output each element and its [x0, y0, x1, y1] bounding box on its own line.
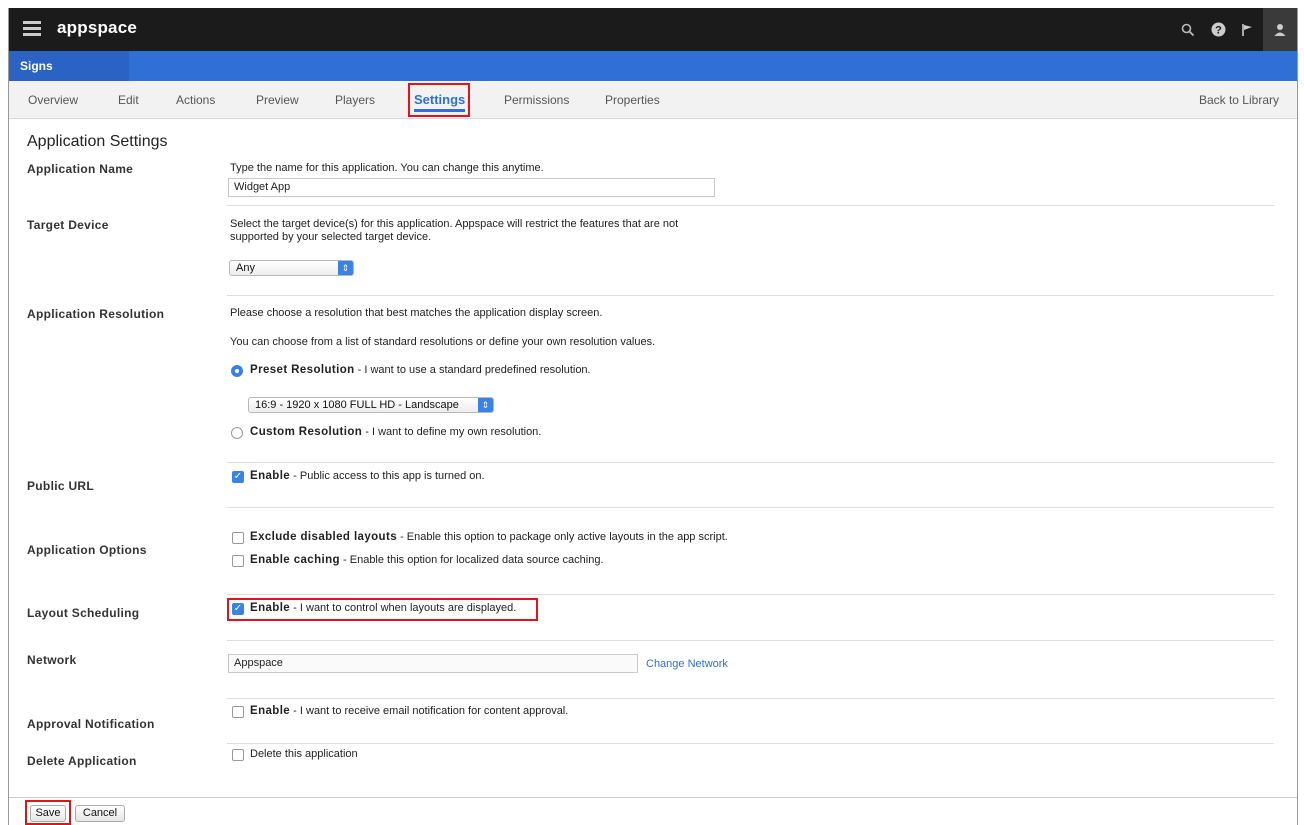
- public-url-desc: - Public access to this app is turned on…: [290, 470, 485, 482]
- section-bar: Signs: [9, 51, 1297, 81]
- network-input[interactable]: Appspace: [228, 654, 638, 673]
- custom-resolution-title: Custom Resolution: [250, 426, 363, 438]
- custom-resolution-radio[interactable]: [231, 427, 243, 439]
- top-icons: ?: [1173, 8, 1297, 51]
- preset-resolution-title: Preset Resolution: [250, 364, 355, 376]
- delete-app-option: Delete this application: [250, 748, 358, 760]
- menu-icon[interactable]: [23, 21, 41, 37]
- resolution-help-1: Please choose a resolution that best mat…: [230, 307, 603, 319]
- sub-navigation: Overview Edit Actions Preview Players Se…: [9, 81, 1297, 119]
- enable-caching-option: Enable caching - Enable this option for …: [250, 554, 604, 566]
- enable-caching-title: Enable caching: [250, 554, 340, 566]
- app-name-help: Type the name for this application. You …: [230, 162, 544, 174]
- public-url-title: Enable: [250, 470, 291, 482]
- exclude-disabled-layouts-option: Exclude disabled layouts - Enable this o…: [250, 531, 728, 543]
- preset-resolution-desc: - I want to use a standard predefined re…: [354, 364, 591, 376]
- enable-caching-desc: - Enable this option for localized data …: [339, 554, 604, 566]
- custom-resolution-label: Custom Resolution - I want to define my …: [250, 426, 541, 438]
- tab-overview[interactable]: Overview: [28, 81, 78, 118]
- preset-resolution-label: Preset Resolution - I want to use a stan…: [250, 364, 591, 376]
- save-button-highlight: [25, 800, 71, 825]
- target-device-help-1: Select the target device(s) for this app…: [230, 218, 679, 230]
- target-device-label: Target Device: [27, 218, 109, 232]
- divider: [227, 205, 1274, 206]
- public-url-option: Enable - Public access to this app is tu…: [250, 470, 485, 482]
- approval-notification-title: Enable: [250, 705, 291, 717]
- tab-actions[interactable]: Actions: [176, 81, 215, 118]
- preset-resolution-value: 16:9 - 1920 x 1080 FULL HD - Landscape: [255, 399, 459, 411]
- user-icon[interactable]: [1263, 8, 1297, 51]
- help-icon[interactable]: ?: [1203, 8, 1233, 51]
- delete-app-label: Delete Application: [27, 754, 137, 768]
- approval-notification-label: Approval Notification: [27, 717, 155, 731]
- divider: [227, 698, 1274, 699]
- tab-properties[interactable]: Properties: [605, 81, 660, 118]
- preset-resolution-select[interactable]: 16:9 - 1920 x 1080 FULL HD - Landscape ⇕: [248, 397, 494, 413]
- svg-text:?: ?: [1215, 25, 1222, 37]
- settings-tab-highlight: [408, 83, 470, 117]
- flag-icon[interactable]: [1233, 8, 1263, 51]
- search-icon[interactable]: [1173, 8, 1203, 51]
- exclude-disabled-layouts-title: Exclude disabled layouts: [250, 531, 398, 543]
- divider: [227, 743, 1274, 744]
- tab-players[interactable]: Players: [335, 81, 375, 118]
- layout-scheduling-label: Layout Scheduling: [27, 606, 140, 620]
- app-logo[interactable]: appspace: [57, 18, 137, 38]
- tab-permissions[interactable]: Permissions: [504, 81, 569, 118]
- chevron-updown-icon: ⇕: [338, 261, 353, 275]
- change-network-link[interactable]: Change Network: [646, 658, 728, 670]
- network-label: Network: [27, 653, 77, 667]
- layout-scheduling-highlight: [227, 598, 538, 621]
- chevron-updown-icon: ⇕: [478, 398, 493, 412]
- approval-notification-checkbox[interactable]: [232, 706, 244, 718]
- resolution-help-2: You can choose from a list of standard r…: [230, 336, 656, 348]
- tab-edit[interactable]: Edit: [118, 81, 139, 118]
- divider: [227, 295, 1274, 296]
- preset-resolution-radio[interactable]: [231, 365, 243, 377]
- app-options-label: Application Options: [27, 543, 147, 557]
- page-title: Application Settings: [27, 133, 168, 150]
- public-url-checkbox[interactable]: ✓: [232, 471, 244, 483]
- resolution-label: Application Resolution: [27, 307, 165, 321]
- exclude-disabled-layouts-checkbox[interactable]: [232, 532, 244, 544]
- target-device-help-2: supported by your selected target device…: [230, 231, 432, 243]
- app-name-label: Application Name: [27, 162, 134, 176]
- exclude-disabled-layouts-desc: - Enable this option to package only act…: [397, 531, 728, 543]
- top-bar: appspace ?: [9, 8, 1297, 51]
- app-frame: appspace ? Signs Overview Edit Actions P…: [8, 8, 1298, 825]
- approval-notification-option: Enable - I want to receive email notific…: [250, 705, 568, 717]
- target-device-value: Any: [236, 262, 255, 274]
- approval-notification-desc: - I want to receive email notification f…: [290, 705, 569, 717]
- custom-resolution-desc: - I want to define my own resolution.: [362, 426, 542, 438]
- footer-divider: [9, 797, 1297, 798]
- divider: [227, 594, 1274, 595]
- delete-app-checkbox[interactable]: [232, 749, 244, 761]
- public-url-label: Public URL: [27, 479, 95, 493]
- divider: [227, 640, 1274, 641]
- cancel-button[interactable]: Cancel: [75, 805, 125, 822]
- enable-caching-checkbox[interactable]: [232, 555, 244, 567]
- app-name-input[interactable]: Widget App: [228, 178, 715, 197]
- tab-preview[interactable]: Preview: [256, 81, 299, 118]
- divider: [227, 462, 1274, 463]
- back-to-library-link[interactable]: Back to Library: [1199, 81, 1279, 118]
- target-device-select[interactable]: Any ⇕: [229, 260, 354, 276]
- divider: [227, 507, 1274, 508]
- section-tab-signs[interactable]: Signs: [9, 51, 129, 81]
